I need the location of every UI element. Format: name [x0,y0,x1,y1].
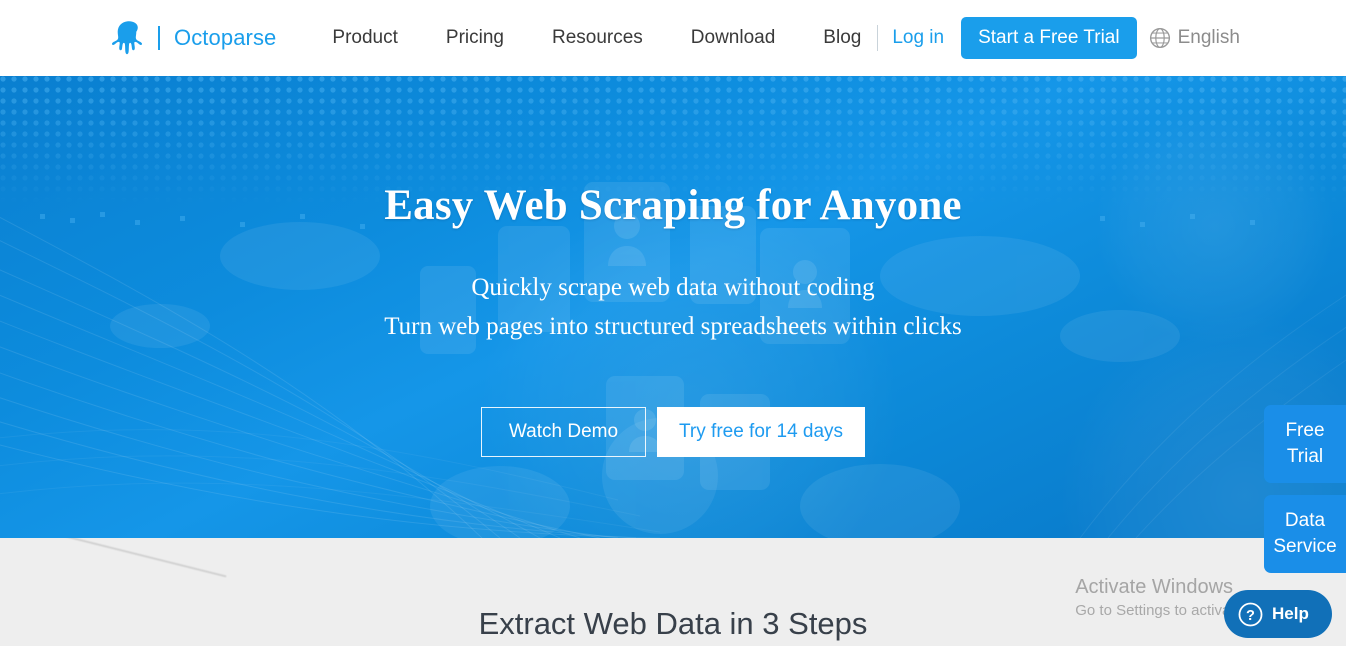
side-tab-data-service-line-2: Service [1273,536,1337,557]
page-root: Octoparse Product Pricing Resources Down… [0,0,1346,646]
help-button-label: Help [1272,604,1309,623]
octopus-icon [112,21,142,55]
hero-content: Easy Web Scraping for Anyone Quickly scr… [0,76,1346,538]
main-nav: Product Pricing Resources Download Blog [332,27,861,49]
login-divider [877,25,879,51]
side-tab-data-service-line-1: Data [1284,510,1326,531]
nav-item-download[interactable]: Download [691,27,776,49]
side-tab-free-trial-line-1: Free [1285,420,1325,441]
language-selector[interactable]: English [1149,27,1240,49]
side-tab-group: Free Trial Data Service [1264,405,1346,573]
brand-name: Octoparse [174,25,277,50]
nav-item-pricing[interactable]: Pricing [446,27,504,49]
svg-text:?: ? [1246,607,1255,623]
nav-item-blog[interactable]: Blog [823,27,861,49]
question-mark-circle-icon: ? [1238,602,1263,626]
side-tab-data-service[interactable]: Data Service [1264,495,1346,573]
site-header: Octoparse Product Pricing Resources Down… [0,0,1346,76]
nav-item-product[interactable]: Product [332,27,397,49]
start-free-trial-button[interactable]: Start a Free Trial [961,17,1137,59]
hero-subtitle-line-1: Quickly scrape web data without coding [471,274,875,301]
hero-section: Easy Web Scraping for Anyone Quickly scr… [0,76,1346,538]
side-tab-free-trial-line-2: Trial [1286,446,1324,467]
login-link[interactable]: Log in [892,27,944,49]
side-tab-free-trial[interactable]: Free Trial [1264,405,1346,483]
globe-icon [1149,27,1170,49]
login-group: Log in [877,25,944,51]
hero-subtitle-line-2: Turn web pages into structured spreadshe… [384,313,962,340]
brand-logo-link[interactable]: Octoparse [112,19,276,57]
decorative-diagonal-line [0,538,227,578]
try-free-button[interactable]: Try free for 14 days [657,407,866,457]
help-button[interactable]: ? Help [1224,590,1332,638]
hero-title: Easy Web Scraping for Anyone [384,182,962,229]
header-actions: Log in Start a Free Trial English [877,17,1240,59]
watch-demo-button[interactable]: Watch Demo [480,407,647,457]
nav-item-resources[interactable]: Resources [552,27,643,49]
brand-separator [158,26,160,50]
language-label: English [1177,27,1240,48]
hero-cta-group: Watch Demo Try free for 14 days [0,407,1346,457]
